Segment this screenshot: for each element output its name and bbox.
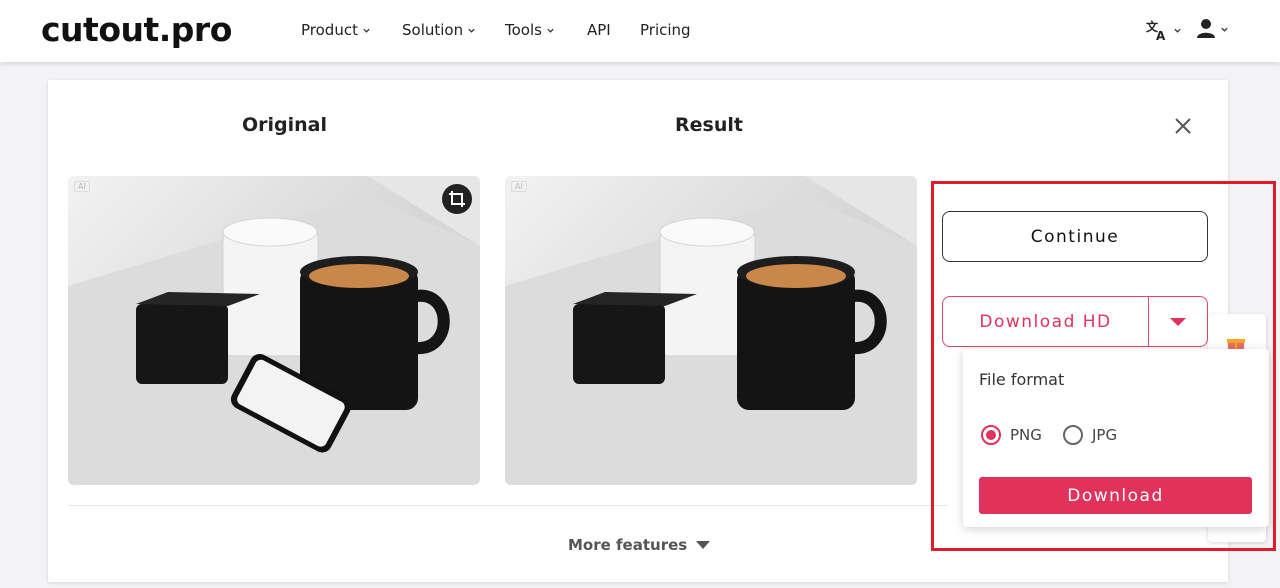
chevron-down-icon [547,28,554,33]
result-title: Result [675,114,743,136]
ai-tag: AI [74,181,90,192]
chevron-down-icon [363,28,370,33]
download-button[interactable]: Download [979,477,1252,514]
crop-button[interactable] [442,184,472,214]
download-hd-button[interactable]: Download HD [942,296,1148,347]
nav-api-label: API [587,21,611,39]
nav-product-label: Product [301,21,358,39]
crop-icon [449,191,465,207]
ai-tag: AI [511,181,527,192]
nav-product[interactable]: Product [301,21,371,39]
result-photo [505,176,917,485]
user-icon [1197,19,1215,38]
language-menu[interactable]: 文 A [1145,18,1182,42]
translate-icon: 文 A [1146,19,1166,42]
format-label-jpg: JPG [1092,426,1118,444]
download-options-toggle[interactable] [1148,296,1208,347]
nav-pricing[interactable]: Pricing [640,21,691,39]
nav-pricing-label: Pricing [640,21,691,39]
more-features-label: More features [568,536,688,554]
format-option-jpg[interactable]: JPG [1063,425,1117,445]
radio-jpg[interactable] [1063,425,1083,445]
continue-button[interactable]: Continue [942,211,1208,262]
format-label-png: PNG [1010,426,1042,444]
product-photo [68,176,480,485]
divider [68,505,948,506]
caret-down-icon [696,541,711,549]
nav-tools[interactable]: Tools [505,21,555,39]
format-option-png[interactable]: PNG [981,425,1042,445]
file-format-title: File format [979,370,1065,389]
nav-api[interactable]: API [587,21,611,39]
top-header: cutout.pro Product Solution Tools API Pr… [0,0,1280,62]
chevron-down-icon [1174,28,1181,33]
more-features-button[interactable]: More features [568,536,711,554]
close-icon[interactable] [1172,115,1194,137]
svg-text:A: A [1156,29,1166,42]
nav-solution[interactable]: Solution [402,21,476,39]
radio-png[interactable] [981,425,1001,445]
original-title: Original [242,114,328,136]
nav-tools-label: Tools [505,21,542,39]
file-format-popover: File format PNG JPG Download [963,349,1269,527]
caret-down-icon [1170,317,1186,326]
chevron-down-icon [468,28,475,33]
nav-solution-label: Solution [402,21,464,39]
user-menu[interactable] [1196,18,1229,40]
original-image: AI [68,176,480,485]
chevron-down-icon [1221,27,1228,32]
result-image: AI [505,176,917,485]
logo[interactable]: cutout.pro [41,10,232,49]
